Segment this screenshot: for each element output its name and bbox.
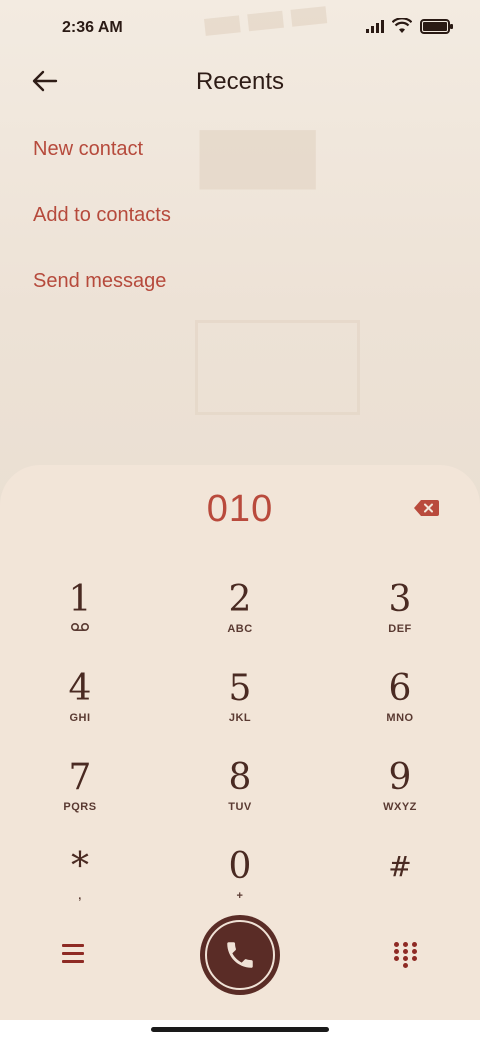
action-list: New contact Add to contacts Send message <box>33 130 171 328</box>
key-2[interactable]: 2 ABC <box>180 578 300 658</box>
send-message-link[interactable]: Send message <box>33 262 171 328</box>
key-letters: WXYZ <box>383 801 417 813</box>
key-digit: 8 <box>228 757 252 798</box>
key-9[interactable]: 9 WXYZ <box>340 756 460 836</box>
wallpaper-frame <box>195 320 360 415</box>
dialpad-icon <box>394 942 418 968</box>
key-digit: 3 <box>388 579 412 620</box>
new-contact-link[interactable]: New contact <box>33 130 171 196</box>
key-1[interactable]: 1 <box>20 578 140 658</box>
backspace-button[interactable] <box>413 498 441 518</box>
wallpaper-decoration: ███ <box>200 130 316 189</box>
call-ring <box>205 920 275 990</box>
key-digit: 4 <box>68 668 92 709</box>
key-letters: + <box>236 890 244 902</box>
navigation-area <box>0 1020 480 1040</box>
key-digit: 2 <box>228 579 252 620</box>
key-7[interactable]: 7 PQRS <box>20 756 140 836</box>
voicemail-icon <box>70 622 90 632</box>
key-digit: 0 <box>228 846 252 887</box>
key-digit: 1 <box>68 579 92 620</box>
bottom-bar <box>0 910 480 1000</box>
dialpad-toggle-button[interactable] <box>394 942 418 968</box>
key-digit: 9 <box>388 757 412 798</box>
key-digit: 5 <box>228 668 252 709</box>
key-digit: 7 <box>68 757 92 798</box>
menu-button[interactable] <box>62 944 84 964</box>
key-letters: , <box>78 890 82 902</box>
key-letters: DEF <box>388 623 412 635</box>
key-letters: JKL <box>228 712 252 724</box>
home-indicator[interactable] <box>151 1027 329 1032</box>
page-title: Recents <box>195 68 285 95</box>
status-bar: 2:36 AM <box>0 0 480 56</box>
key-5[interactable]: 5 JKL <box>180 667 300 747</box>
key-8[interactable]: 8 TUV <box>180 756 300 836</box>
signal-icon <box>366 19 384 33</box>
key-4[interactable]: 4 GHI <box>20 667 140 747</box>
phone-icon <box>227 942 253 968</box>
key-letters: MNO <box>386 712 414 724</box>
key-digit: * <box>71 846 89 887</box>
key-6[interactable]: 6 MNO <box>340 667 460 747</box>
battery-icon <box>420 18 453 34</box>
menu-icon <box>62 944 84 963</box>
key-3[interactable]: 3 DEF <box>340 578 460 658</box>
key-digit: 6 <box>388 668 412 709</box>
key-letters: TUV <box>228 801 252 813</box>
call-button[interactable] <box>200 915 280 995</box>
wifi-icon <box>392 18 412 33</box>
battery-level <box>423 21 447 31</box>
key-letters: PQRS <box>63 801 97 813</box>
status-icons <box>366 18 453 34</box>
key-digit: # <box>388 850 412 883</box>
add-to-contacts-link[interactable]: Add to contacts <box>33 196 171 262</box>
key-letters: ABC <box>227 623 253 635</box>
key-letters: GHI <box>69 712 91 724</box>
dialed-number: 010 <box>206 488 274 530</box>
header: Recents <box>0 56 480 108</box>
status-time: 2:36 AM <box>62 19 123 36</box>
backspace-icon <box>414 500 439 516</box>
